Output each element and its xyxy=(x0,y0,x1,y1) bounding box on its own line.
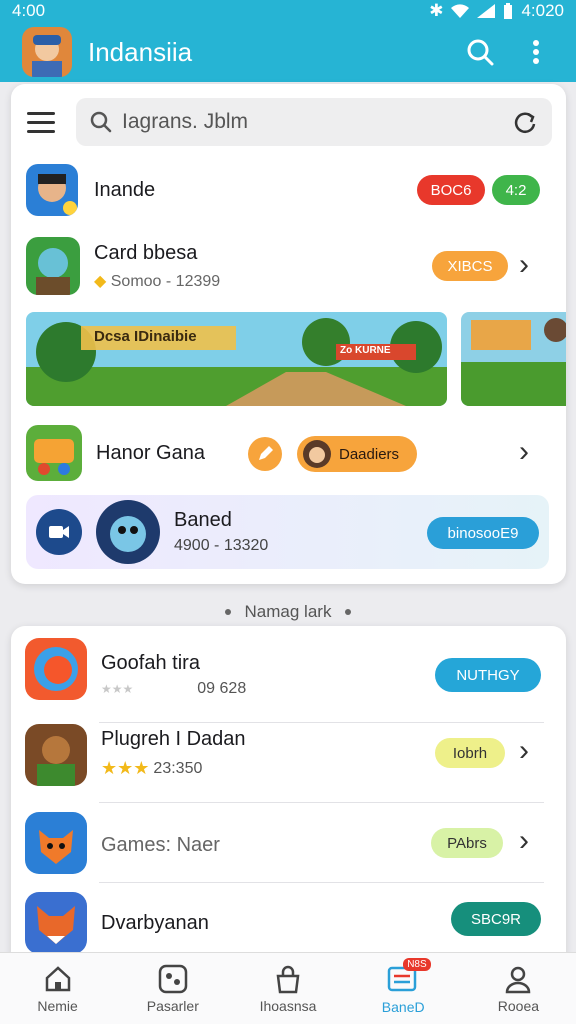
avatar[interactable] xyxy=(22,27,72,77)
banner-sign: Zo KURNE xyxy=(340,345,391,356)
highlight-row[interactable]: Baned 4900 - 13320 binosooE9 xyxy=(26,495,549,569)
item-title: Hanor Gana xyxy=(96,441,205,464)
app-icon xyxy=(26,237,80,295)
status-bar: 4:00 ✱ 4:020 xyxy=(0,0,576,22)
status-badge-red[interactable]: BOC6 xyxy=(417,175,485,205)
search-input[interactable] xyxy=(122,110,512,134)
list-item[interactable]: Goofah tira ★★★ 09 628 NUTHGY xyxy=(11,634,566,714)
app-icon xyxy=(25,892,87,954)
item-subtitle: ★★★ 23:350 xyxy=(101,758,203,778)
nav-item-games[interactable]: Pasarler xyxy=(115,953,230,1024)
nav-label: Rooea xyxy=(497,997,540,1014)
pencil-icon xyxy=(259,446,273,460)
hamburger-menu-button[interactable] xyxy=(27,105,61,139)
chevron-right-icon[interactable]: › xyxy=(519,826,529,856)
coin-icon: ◆ xyxy=(94,272,111,290)
search-icon xyxy=(467,39,494,66)
action-button[interactable]: SBC9R xyxy=(451,902,541,936)
dot-icon xyxy=(345,609,352,615)
item-subtitle: 4900 - 13320 xyxy=(174,537,269,554)
dot-icon xyxy=(224,609,231,615)
star-rating: ★★★ xyxy=(101,682,134,696)
bluetooth-icon: ✱ xyxy=(429,1,444,20)
item-title: Dvarbyanan xyxy=(101,912,209,934)
avatar xyxy=(303,440,331,468)
item-title: Inande xyxy=(94,178,156,201)
item-title: Card bbesa xyxy=(94,241,198,264)
edit-button[interactable] xyxy=(248,437,282,471)
search-button[interactable] xyxy=(462,34,498,70)
app-icon xyxy=(25,638,87,700)
app-title: Indansiia xyxy=(88,36,193,67)
more-menu-button[interactable] xyxy=(518,34,554,70)
action-button[interactable]: NUTHGY xyxy=(435,658,541,692)
chip-label: Daadiers xyxy=(339,445,400,463)
item-title: Goofah tira xyxy=(101,652,200,674)
item-subtitle: ◆ Somoo - 12399 xyxy=(94,272,221,290)
daadiers-chip[interactable]: Daadiers xyxy=(297,436,417,472)
status-time: 4:00 xyxy=(12,1,46,20)
signal-icon xyxy=(477,4,496,18)
status-clock: 4:020 xyxy=(521,1,564,20)
star-rating: ★★★ xyxy=(101,758,150,778)
chat-button[interactable] xyxy=(36,509,82,555)
action-button[interactable]: PAbrs xyxy=(431,828,503,858)
item-title: Games: Naer xyxy=(101,834,220,856)
bottom-nav: Nemie Pasarler Ihoasnsa N8S BaneD Rooea xyxy=(0,952,576,1024)
item-title: Plugreh I Dadan xyxy=(101,728,246,750)
nav-label: BaneD xyxy=(381,999,425,1015)
refresh-icon[interactable] xyxy=(512,109,538,135)
search-row xyxy=(27,97,552,147)
app-bar: Indansiia xyxy=(0,22,576,82)
gamepad-icon xyxy=(158,964,188,993)
chevron-right-icon[interactable]: › xyxy=(519,437,529,467)
notification-badge: N8S xyxy=(403,958,431,971)
item-title: Baned xyxy=(174,509,232,531)
game-list-card: Goofah tira ★★★ 09 628 NUTHGY Plugreh I D… xyxy=(11,626,566,966)
chevron-right-icon[interactable]: › xyxy=(519,736,529,766)
item-subtitle: ★★★ 09 628 xyxy=(101,680,247,697)
character-avatar xyxy=(96,500,160,564)
search-icon xyxy=(90,111,112,133)
status-indicators: ✱ 4:020 xyxy=(429,1,564,21)
action-button[interactable]: Iobrh xyxy=(435,738,505,768)
featured-card: Inande BOC6 4:2 Card bbesa ◆ Somoo - 123… xyxy=(11,84,566,584)
home-icon xyxy=(45,965,70,991)
promo-banner-next[interactable] xyxy=(461,312,566,406)
profile-icon xyxy=(506,966,531,993)
tag-pill[interactable]: XIBCS xyxy=(432,251,508,281)
app-icon xyxy=(26,164,78,216)
nav-item-store[interactable]: Ihoasnsa xyxy=(230,953,345,1024)
video-chat-icon xyxy=(49,526,69,538)
promo-banner[interactable]: Dcsa IDinaibie Zo KURNE xyxy=(26,312,447,406)
app-icon xyxy=(25,812,87,874)
chevron-right-icon[interactable]: › xyxy=(519,250,529,280)
battery-icon xyxy=(504,3,513,19)
news-icon-wrap: N8S xyxy=(387,958,431,995)
nav-label: Pasarler xyxy=(146,997,199,1014)
section-label: Namag lark xyxy=(244,602,332,621)
list-item-card-bbesa[interactable]: Card bbesa ◆ Somoo - 12399 xyxy=(26,237,220,295)
item-text: Card bbesa ◆ Somoo - 12399 xyxy=(94,242,220,291)
status-badge-green[interactable]: 4:2 xyxy=(492,175,540,205)
nav-label: Ihoasnsa xyxy=(259,997,317,1014)
search-bar[interactable] xyxy=(76,98,552,146)
list-item[interactable]: Plugreh I Dadan ★★★ 23:350 Iobrh › xyxy=(11,722,566,802)
nav-label: Nemie xyxy=(37,997,78,1014)
nav-item-profile[interactable]: Rooea xyxy=(461,953,576,1024)
nav-item-home[interactable]: Nemie xyxy=(0,953,115,1024)
list-item[interactable]: Games: Naer PAbrs › xyxy=(11,806,566,886)
more-vert-icon xyxy=(533,40,539,64)
nav-item-news[interactable]: N8S BaneD xyxy=(346,953,461,1024)
bag-icon xyxy=(276,965,300,993)
action-pill[interactable]: binosooE9 xyxy=(427,517,539,549)
app-icon xyxy=(25,724,87,786)
list-item-inande[interactable]: Inande xyxy=(26,164,155,216)
wifi-icon xyxy=(451,4,470,18)
banner-title: Dcsa IDinaibie xyxy=(94,328,197,345)
app-icon xyxy=(26,425,82,481)
section-divider: Namag lark xyxy=(0,598,576,626)
list-item-hanor-gana[interactable]: Hanor Gana xyxy=(26,425,205,481)
